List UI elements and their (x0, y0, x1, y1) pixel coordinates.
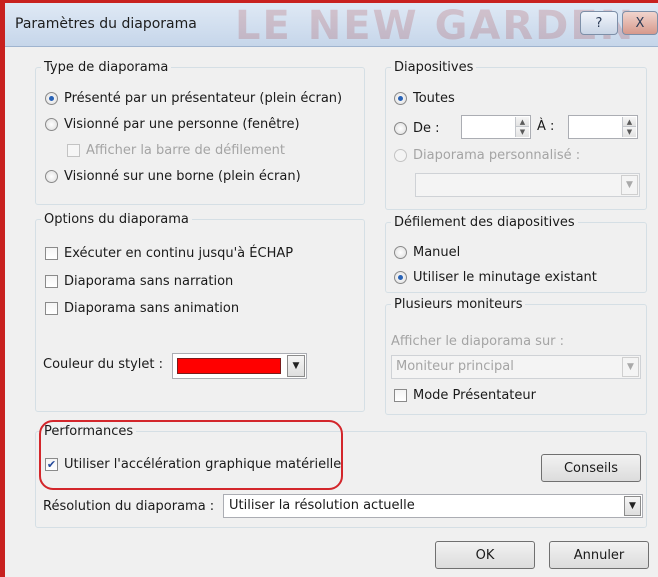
show-scrollbar-option: Afficher la barre de défilement (67, 143, 285, 158)
slideshow-type-legend: Type de diaporama (44, 60, 169, 75)
checkmark-icon[interactable]: ✔ (45, 458, 58, 471)
from-slide-field[interactable]: ▲ ▼ (461, 115, 531, 139)
no-narration-label: Diaporama sans narration (64, 274, 234, 289)
window-title: Paramètres du diaporama (15, 16, 197, 32)
close-button[interactable]: X (622, 11, 658, 35)
tips-label: Conseils (563, 460, 619, 476)
tips-button[interactable]: Conseils (541, 454, 641, 482)
chevron-down-icon: ▼ (621, 175, 638, 195)
to-spinner[interactable]: ▲ ▼ (622, 117, 636, 137)
no-animation-label: Diaporama sans animation (64, 301, 240, 316)
monitors-legend: Plusieurs moniteurs (394, 297, 523, 312)
from-spinner[interactable]: ▲ ▼ (515, 117, 529, 137)
checkbox-icon[interactable] (45, 275, 58, 288)
option-from[interactable]: De : (394, 121, 440, 136)
spin-up-icon[interactable]: ▲ (623, 117, 636, 127)
ok-button[interactable]: OK (435, 541, 535, 569)
to-label: À : (537, 119, 555, 134)
radio-icon[interactable] (394, 122, 407, 135)
monitor-select: Moniteur principal ▼ (391, 355, 641, 379)
advance-legend: Défilement des diapositives (394, 215, 575, 230)
show-on-label: Afficher le diaporama sur : (391, 334, 565, 349)
checkbox-icon[interactable] (45, 302, 58, 315)
close-icon: X (635, 15, 645, 31)
option-kiosk-label: Visionné sur une borne (plein écran) (64, 169, 301, 184)
chevron-down-icon[interactable]: ▼ (287, 355, 305, 377)
loop-label: Exécuter en continu jusqu'à ÉCHAP (64, 246, 294, 261)
option-presenter[interactable]: Présenté par un présentateur (plein écra… (45, 91, 342, 106)
monitor-value: Moniteur principal (396, 359, 514, 374)
chevron-down-icon: ▼ (622, 357, 639, 377)
help-button[interactable]: ? (580, 11, 618, 35)
slides-legend: Diapositives (394, 60, 474, 75)
watermark: LE NEW GARDEN (235, 3, 636, 49)
option-presenter-label: Présenté par un présentateur (plein écra… (64, 91, 343, 106)
cancel-label: Annuler (573, 547, 625, 563)
help-icon: ? (595, 15, 603, 31)
option-manual[interactable]: Manuel (394, 245, 460, 260)
pen-color-swatch (177, 358, 281, 374)
pen-color-picker[interactable]: ▼ (172, 353, 307, 379)
checkbox-icon[interactable] (394, 389, 407, 402)
spin-up-icon[interactable]: ▲ (516, 117, 529, 127)
option-all-label: Toutes (413, 91, 455, 106)
to-slide-field[interactable]: ▲ ▼ (568, 115, 638, 139)
spin-down-icon[interactable]: ▼ (623, 127, 636, 137)
no-narration-option[interactable]: Diaporama sans narration (45, 274, 233, 289)
no-animation-option[interactable]: Diaporama sans animation (45, 301, 239, 316)
loop-option[interactable]: Exécuter en continu jusqu'à ÉCHAP (45, 246, 293, 261)
ok-label: OK (475, 547, 495, 563)
option-all-slides[interactable]: Toutes (394, 91, 455, 106)
radio-icon (394, 149, 407, 162)
cancel-button[interactable]: Annuler (549, 541, 649, 569)
radio-icon[interactable] (45, 92, 58, 105)
options-legend: Options du diaporama (44, 212, 189, 227)
chevron-down-icon[interactable]: ▼ (624, 496, 641, 516)
option-manual-label: Manuel (413, 245, 461, 260)
spin-down-icon[interactable]: ▼ (516, 127, 529, 137)
radio-icon[interactable] (394, 246, 407, 259)
performance-legend: Performances (44, 424, 134, 439)
presenter-view-label: Mode Présentateur (413, 388, 536, 403)
custom-show-select: ▼ (415, 173, 640, 197)
checkbox-icon[interactable] (45, 247, 58, 260)
option-timings-label: Utiliser le minutage existant (413, 270, 597, 285)
checkbox-icon (67, 144, 80, 157)
option-kiosk[interactable]: Visionné sur une borne (plein écran) (45, 169, 301, 184)
resolution-value: Utiliser la résolution actuelle (229, 498, 415, 513)
radio-icon[interactable] (394, 271, 407, 284)
radio-icon[interactable] (394, 92, 407, 105)
dialog-body: Type de diaporama Présenté par un présen… (5, 47, 658, 577)
option-individual[interactable]: Visionné par une personne (fenêtre) (45, 117, 300, 132)
radio-icon[interactable] (45, 170, 58, 183)
presenter-view-option[interactable]: Mode Présentateur (394, 388, 536, 403)
option-individual-label: Visionné par une personne (fenêtre) (64, 117, 300, 132)
pen-color-label: Couleur du stylet : (43, 357, 164, 372)
hw-accel-label: Utiliser l'accélération graphique matéri… (64, 457, 342, 472)
option-custom-label: Diaporama personnalisé : (413, 148, 581, 163)
option-custom-show: Diaporama personnalisé : (394, 148, 580, 163)
option-from-label: De : (413, 121, 440, 136)
show-scrollbar-label: Afficher la barre de défilement (86, 143, 285, 158)
option-use-timings[interactable]: Utiliser le minutage existant (394, 270, 597, 285)
hw-accel-option[interactable]: ✔ Utiliser l'accélération graphique maté… (45, 457, 341, 472)
resolution-label: Résolution du diaporama : (43, 499, 215, 514)
radio-icon[interactable] (45, 118, 58, 131)
resolution-select[interactable]: Utiliser la résolution actuelle ▼ (223, 494, 643, 518)
title-bar[interactable]: LE NEW GARDEN Paramètres du diaporama ? … (5, 3, 658, 49)
